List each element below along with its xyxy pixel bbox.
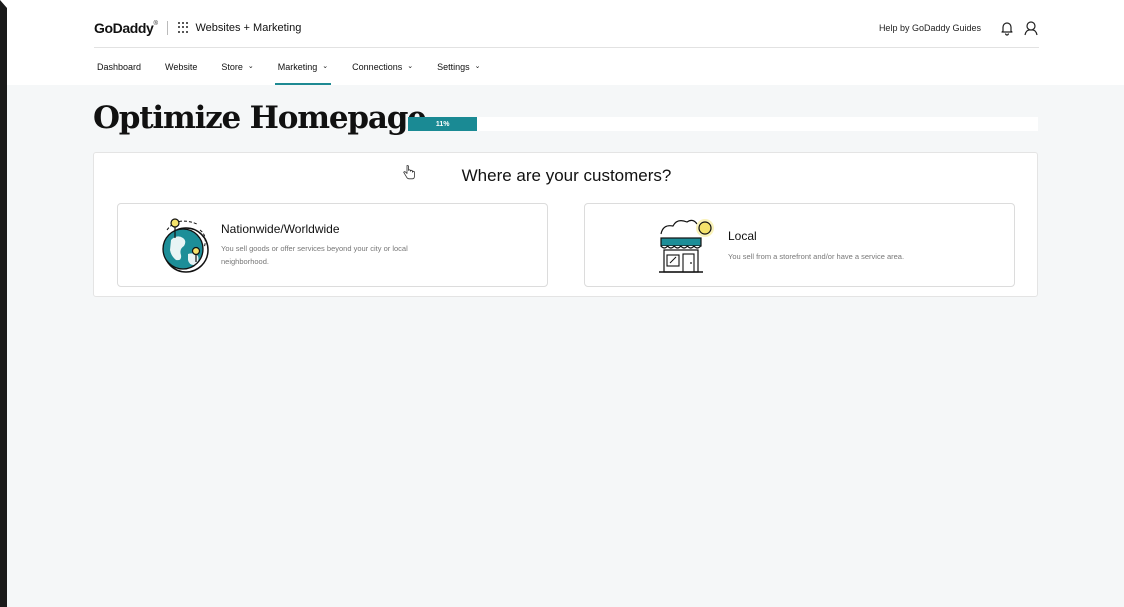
nav-item-connections[interactable]: Connections ⌄ [349, 48, 416, 85]
page-title: Optimize Homepage [93, 100, 427, 136]
app-header: GoDaddy® Websites + Marketing Help by Go… [7, 8, 1124, 85]
user-icon[interactable] [1023, 20, 1039, 36]
nav-item-website[interactable]: Website [162, 48, 200, 85]
option-title: Local [728, 229, 757, 243]
help-link[interactable]: Help by GoDaddy Guides [879, 23, 981, 33]
nav-label: Settings [437, 61, 470, 72]
product-name[interactable]: Websites + Marketing [195, 22, 301, 34]
nav-label: Marketing [277, 61, 318, 72]
storefront-icon [659, 219, 714, 273]
nav-item-dashboard[interactable]: Dashboard [94, 48, 144, 85]
nav-label: Website [165, 61, 198, 72]
option-title: Nationwide/Worldwide [221, 222, 340, 236]
progress-label: 11% [435, 120, 450, 128]
option-nationwide[interactable]: Nationwide/Worldwide You sell goods or o… [117, 203, 548, 287]
chevron-down-icon: ⌄ [407, 62, 414, 70]
apps-grid-icon[interactable] [178, 21, 190, 34]
godaddy-logo[interactable]: GoDaddy® [94, 20, 158, 36]
question-heading: Where are your customers? [461, 166, 672, 185]
app-window [0, 0, 1124, 607]
hand-cursor-icon [403, 165, 415, 180]
chevron-down-icon: ⌄ [247, 62, 254, 70]
nav-label: Connections [352, 61, 403, 72]
nav-label: Dashboard [97, 61, 142, 72]
globe-icon [162, 218, 209, 273]
chevron-down-icon: ⌄ [322, 62, 329, 70]
nav-item-store[interactable]: Store ⌄ [218, 48, 256, 85]
top-bar: GoDaddy® Websites + Marketing Help by Go… [94, 8, 1039, 48]
progress-bar: 11% [408, 117, 1038, 131]
nav-item-settings[interactable]: Settings ⌄ [434, 48, 483, 85]
chevron-down-icon: ⌄ [474, 62, 481, 70]
question-card: Where are your customers? Nationwide/Wor… [93, 152, 1038, 297]
bell-icon[interactable] [999, 20, 1015, 36]
option-description: You sell goods or offer services beyond … [221, 244, 408, 266]
option-description: You sell from a storefront and/or have a… [728, 252, 905, 261]
option-local[interactable]: Local You sell from a storefront and/or … [584, 203, 1015, 287]
divider [167, 20, 169, 35]
nav-label: Store [221, 61, 243, 72]
main-nav: Dashboard Website Store ⌄ Marketing ⌄ Co… [94, 48, 502, 85]
nav-item-marketing[interactable]: Marketing ⌄ [274, 48, 332, 85]
